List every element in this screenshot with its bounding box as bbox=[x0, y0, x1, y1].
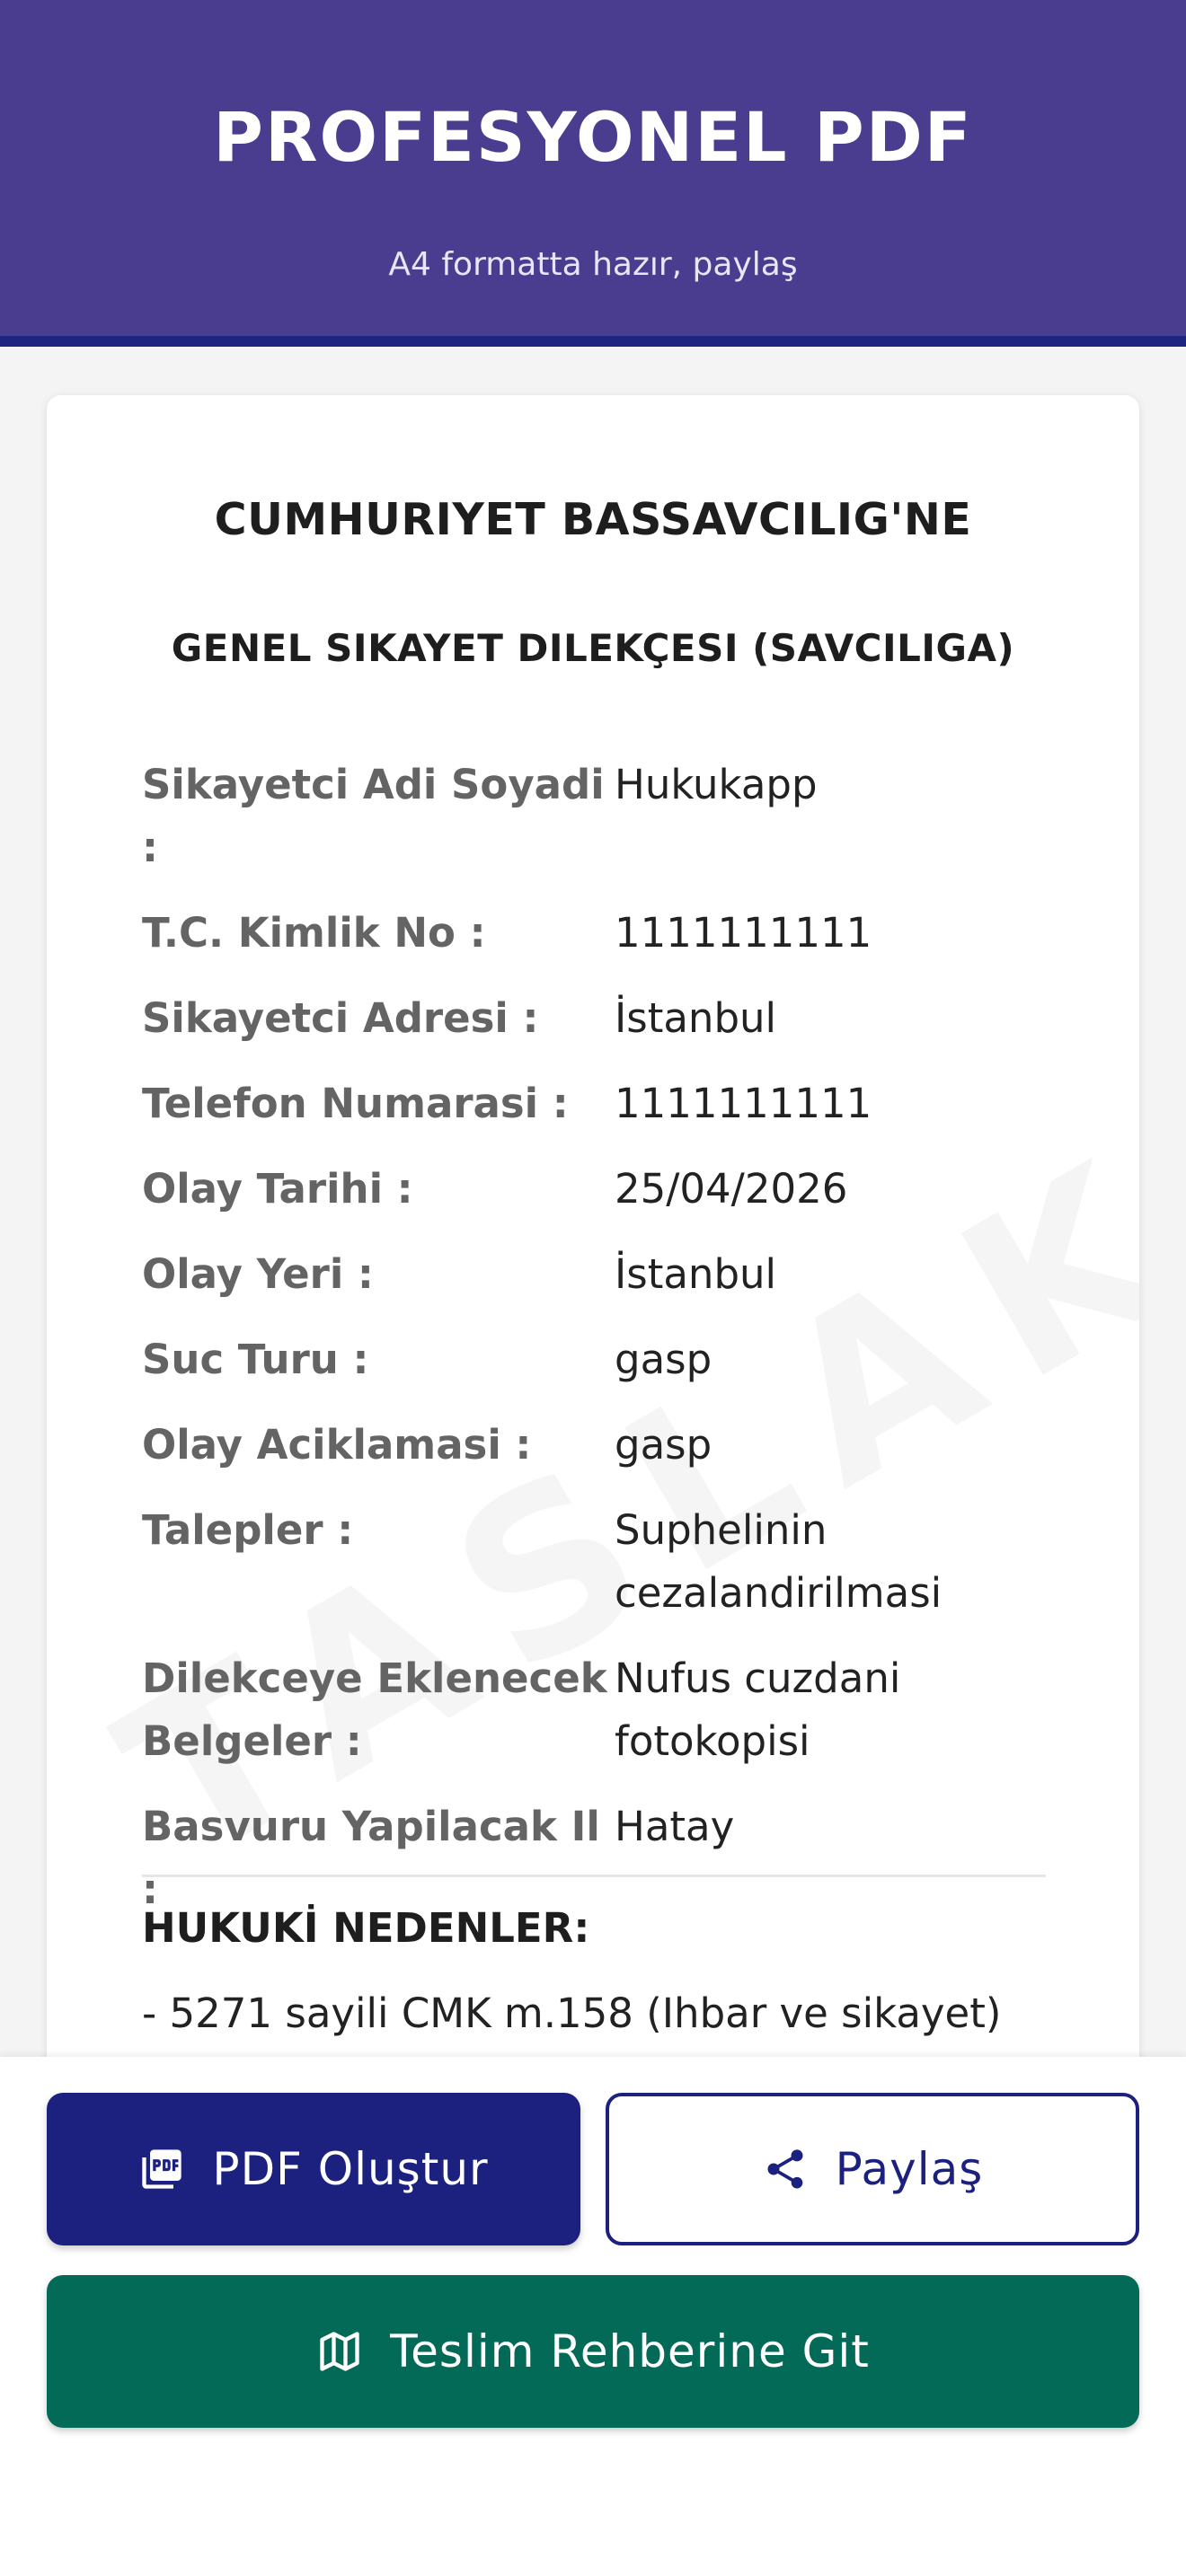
field-value: gasp bbox=[615, 1421, 712, 1469]
legal-reason-line: - 5271 sayili CMK m.158 (Ihbar ve sikaye… bbox=[142, 1989, 1002, 2037]
field-value: İstanbul bbox=[615, 1250, 777, 1298]
pdf-file-icon bbox=[138, 2146, 185, 2192]
field-label: Olay Tarihi : bbox=[142, 1165, 413, 1213]
field-row: Sikayetci Adi Soyadi : Hukukapp bbox=[142, 754, 1049, 879]
page-header: PROFESYONEL PDF A4 formatta hazır, payla… bbox=[0, 0, 1186, 347]
field-label: Suc Turu : bbox=[142, 1336, 369, 1383]
field-row: Talepler : Suphelinin cezalandirilmasi bbox=[142, 1499, 1049, 1625]
field-value: Nufus cuzdani fotokopisi bbox=[615, 1654, 901, 1765]
field-row: Suc Turu : gasp bbox=[142, 1328, 1049, 1391]
field-row: Olay Aciklamasi : gasp bbox=[142, 1414, 1049, 1477]
field-label: Olay Aciklamasi : bbox=[142, 1421, 532, 1469]
document-subtitle: GENEL SIKAYET DILEKÇESI (SAVCILIGA) bbox=[171, 626, 1015, 670]
header-subtitle: A4 formatta hazır, paylaş bbox=[388, 246, 798, 283]
app-screen: PROFESYONEL PDF A4 formatta hazır, payla… bbox=[0, 0, 1186, 2576]
create-pdf-label: PDF Oluştur bbox=[212, 2143, 489, 2195]
field-list: Sikayetci Adi Soyadi : Hukukapp T.C. Kim… bbox=[142, 754, 1049, 1944]
field-label: Olay Yeri : bbox=[142, 1250, 374, 1298]
delivery-guide-label: Teslim Rehberine Git bbox=[390, 2325, 870, 2378]
field-label: Dilekceye Eklenecek Belgeler : bbox=[142, 1654, 607, 1765]
field-value: Hatay bbox=[615, 1803, 735, 1850]
field-label: Basvuru Yapilacak Il : bbox=[142, 1803, 600, 1913]
document-preview[interactable]: TASLAK CUMHURIYET BASSAVCILIG'NE GENEL S… bbox=[47, 395, 1139, 2102]
field-row: Olay Tarihi : 25/04/2026 bbox=[142, 1158, 1049, 1221]
create-pdf-button[interactable]: PDF Oluştur bbox=[47, 2093, 580, 2245]
field-value: 25/04/2026 bbox=[615, 1165, 848, 1213]
field-value: İstanbul bbox=[615, 994, 777, 1042]
field-row: Dilekceye Eklenecek Belgeler : Nufus cuz… bbox=[142, 1647, 1049, 1773]
action-panel: PDF Oluştur Paylaş Teslim Rehberine Git bbox=[0, 2057, 1186, 2576]
field-row: Sikayetci Adresi : İstanbul bbox=[142, 987, 1049, 1050]
share-label: Paylaş bbox=[835, 2143, 984, 2195]
field-row: Basvuru Yapilacak Il : Hatay bbox=[142, 1795, 1049, 1921]
field-label: Telefon Numarasi : bbox=[142, 1080, 569, 1127]
field-row: Telefon Numarasi : 1111111111 bbox=[142, 1072, 1049, 1135]
field-value: gasp bbox=[615, 1336, 712, 1383]
field-label: Sikayetci Adresi : bbox=[142, 994, 539, 1042]
field-value: Hukukapp bbox=[615, 761, 818, 808]
header-title: PROFESYONEL PDF bbox=[213, 97, 973, 177]
section-divider bbox=[142, 1875, 1046, 1877]
field-value: 1111111111 bbox=[615, 909, 872, 957]
field-value: 1111111111 bbox=[615, 1080, 872, 1127]
field-label: T.C. Kimlik No : bbox=[142, 909, 486, 957]
document-title: CUMHURIYET BASSAVCILIG'NE bbox=[214, 494, 972, 545]
field-label: Sikayetci Adi Soyadi : bbox=[142, 761, 605, 871]
field-row: Olay Yeri : İstanbul bbox=[142, 1243, 1049, 1306]
field-value: Suphelinin cezalandirilmasi bbox=[615, 1506, 943, 1617]
legal-reasons-heading: HUKUKİ NEDENLER: bbox=[142, 1904, 590, 1952]
share-icon bbox=[762, 2146, 809, 2192]
delivery-guide-button[interactable]: Teslim Rehberine Git bbox=[47, 2275, 1139, 2428]
share-button[interactable]: Paylaş bbox=[606, 2093, 1139, 2245]
map-icon bbox=[316, 2328, 363, 2375]
field-label: Talepler : bbox=[142, 1506, 354, 1554]
field-row: T.C. Kimlik No : 1111111111 bbox=[142, 902, 1049, 965]
